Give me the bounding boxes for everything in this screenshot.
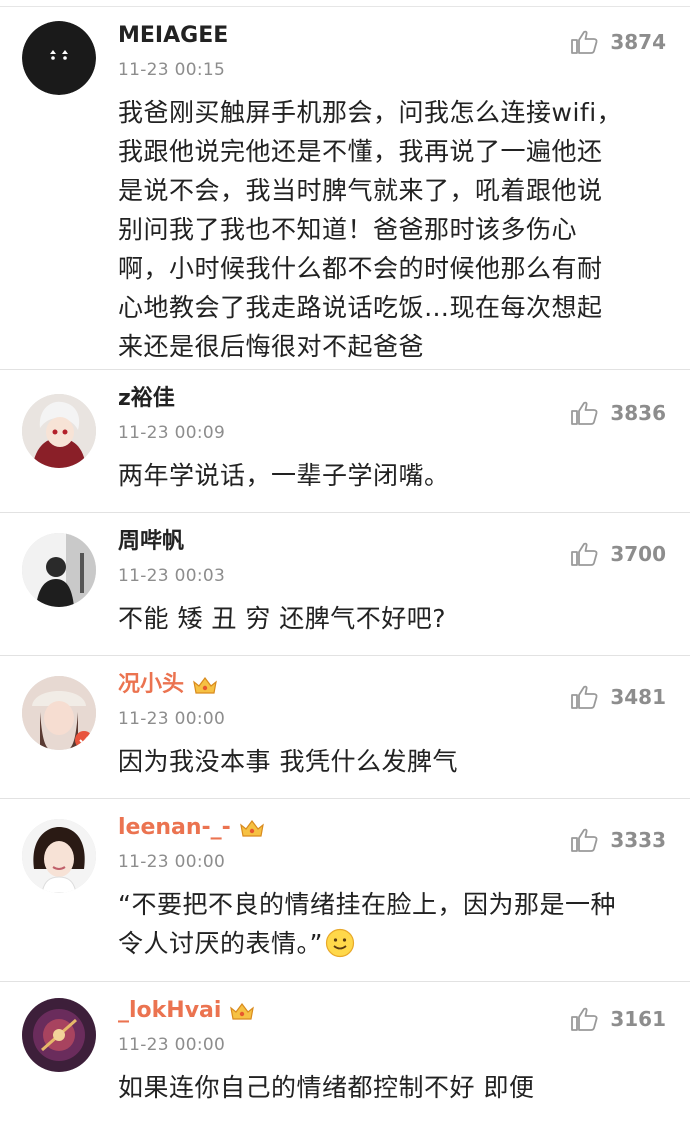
comment-item: 周哔帆 11-23 00:03 3700 不能 矮 丑 穷 还脾气不好吧? [0, 513, 690, 656]
thumbs-up-icon [571, 685, 598, 709]
timestamp: 11-23 00:03 [118, 566, 226, 586]
avatar[interactable] [22, 394, 96, 468]
like-count: 3481 [610, 685, 666, 709]
comment-item: leenan-_- 11-23 00:00 3333 “不要把不良的情绪挂在脸上… [0, 799, 690, 982]
like-button[interactable]: 3700 [570, 541, 666, 567]
thumbs-up-icon [571, 828, 598, 852]
like-count: 3333 [610, 828, 666, 852]
comment-item: _lokHvai 11-23 00:00 3161 如果连你自己的情绪都控制不好… [0, 982, 690, 1122]
comment-text: 不能 矮 丑 穷 还脾气不好吧? [118, 604, 447, 633]
comment-text: 我爸刚买触屏手机那会，问我怎么连接wifi， 我跟他说完他还是不懂，我再说了一遍… [118, 98, 623, 361]
like-count: 3700 [610, 542, 666, 566]
like-button[interactable]: 3836 [570, 400, 666, 426]
purple-avatar-icon [22, 998, 96, 1072]
anime-avatar-icon [22, 394, 96, 468]
vip-crown-icon [230, 1003, 255, 1020]
like-count: 3836 [610, 401, 666, 425]
comment-item: z裕佳 11-23 00:09 3836 两年学说话，一辈子学闭嘴。 [0, 370, 690, 513]
comment-item: 况小头 11-23 00:00 3481 因为我没本事 我凭什么发脾气 [0, 656, 690, 799]
like-count: 3161 [610, 1007, 666, 1031]
girl-avatar-icon [22, 819, 96, 893]
black-cat-avatar-icon [22, 21, 96, 95]
comment-text: 因为我没本事 我凭什么发脾气 [118, 747, 458, 776]
comment-text: 如果连你自己的情绪都控制不好 即便 [118, 1073, 535, 1102]
vip-crown-icon [193, 677, 217, 694]
thumbs-up-icon [571, 30, 598, 54]
avatar[interactable] [22, 998, 96, 1072]
thumbs-up-icon [571, 1007, 598, 1031]
like-button[interactable]: 3481 [570, 684, 666, 710]
timestamp: 11-23 00:00 [118, 1035, 226, 1055]
thumbs-up-icon [571, 401, 598, 425]
like-count: 3874 [610, 30, 666, 54]
avatar[interactable] [22, 21, 96, 95]
like-button[interactable]: 3161 [570, 1006, 666, 1032]
thumbs-up-icon [571, 542, 598, 566]
girl-hat-avatar-icon [22, 676, 96, 750]
vip-crown-icon [239, 820, 264, 837]
smile-emoji-icon [325, 928, 355, 958]
avatar[interactable] [22, 819, 96, 893]
avatar[interactable] [22, 533, 96, 607]
timestamp: 11-23 00:00 [118, 709, 226, 729]
avatar[interactable] [22, 676, 96, 750]
like-button[interactable]: 3874 [570, 29, 666, 55]
comment-item: MEIAGEE 11-23 00:15 3874 我爸刚买触屏手机那会，问我怎么… [0, 7, 690, 370]
top-divider [0, 0, 690, 7]
photo-person-avatar-icon [22, 533, 96, 607]
timestamp: 11-23 00:00 [118, 852, 226, 872]
timestamp: 11-23 00:15 [118, 60, 226, 80]
comment-text: 两年学说话，一辈子学闭嘴。 [118, 461, 450, 490]
comment-text: “不要把不良的情绪挂在脸上，因为那是一种 令人讨厌的表情。” [118, 890, 616, 958]
like-button[interactable]: 3333 [570, 827, 666, 853]
